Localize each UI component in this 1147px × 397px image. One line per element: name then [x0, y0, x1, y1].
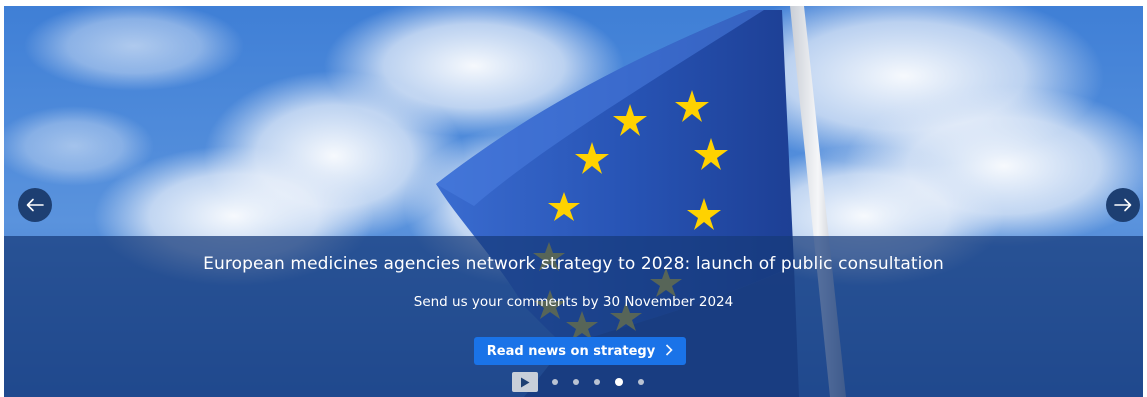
slide-subheadline: Send us your comments by 30 November 202… — [413, 294, 734, 310]
slide-dot-3[interactable] — [594, 379, 600, 385]
slide-dot-2[interactable] — [573, 379, 579, 385]
arrow-left-icon — [26, 198, 44, 212]
read-news-button[interactable]: Read news on strategy — [474, 337, 686, 365]
play-button[interactable] — [512, 372, 538, 392]
read-news-button-label: Read news on strategy — [486, 343, 656, 359]
previous-slide-button[interactable] — [18, 188, 52, 222]
slide-dot-4[interactable] — [615, 378, 623, 386]
play-icon — [521, 377, 530, 387]
slide-dot-5[interactable] — [638, 379, 644, 385]
slide-dot-1[interactable] — [552, 379, 558, 385]
hero-carousel: European medicines agencies network stra… — [4, 6, 1143, 397]
chevron-right-icon — [665, 342, 673, 360]
carousel-pager — [512, 371, 659, 393]
slide-headline[interactable]: European medicines agencies network stra… — [4, 254, 1143, 274]
arrow-right-icon — [1114, 198, 1132, 212]
next-slide-button[interactable] — [1106, 188, 1140, 222]
